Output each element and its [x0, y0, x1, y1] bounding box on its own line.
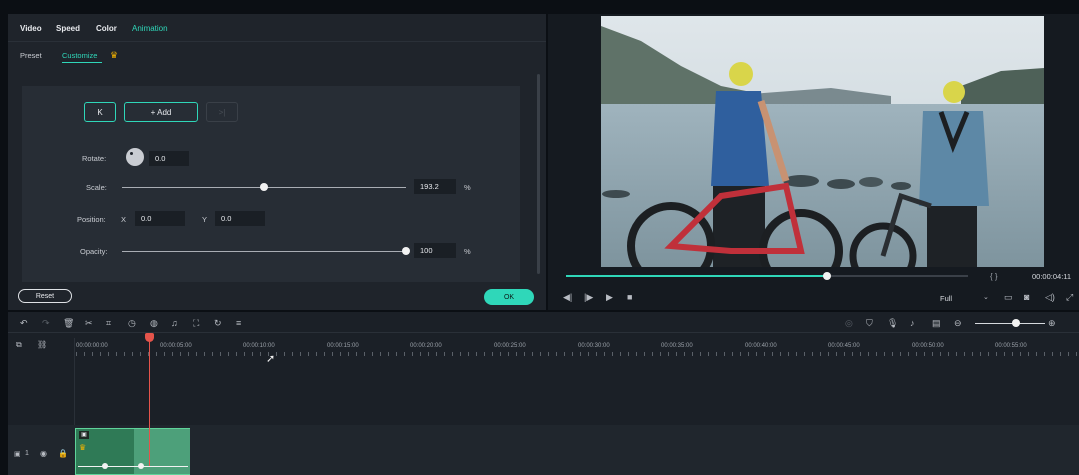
- playback-progress-fill: [566, 275, 828, 277]
- clip-keyframe-marker[interactable]: [102, 463, 108, 469]
- clip-keyframe-line: [78, 466, 188, 467]
- position-x-label: X: [121, 215, 127, 224]
- undo-icon[interactable]: ↶: [20, 318, 28, 329]
- video-clip[interactable]: ▣ ♛: [75, 428, 190, 475]
- snapshot-icon[interactable]: ◙: [1024, 292, 1029, 302]
- timeline-zoom-slider[interactable]: [975, 323, 1045, 324]
- ruler-tick: 00:00:40:00: [745, 343, 777, 349]
- monitor-icon[interactable]: ▭: [1004, 292, 1013, 303]
- subtab-underline: [62, 62, 102, 63]
- ruler-minor-ticks: [76, 352, 1079, 356]
- tab-animation[interactable]: Animation: [132, 24, 168, 33]
- position-y-label: Y: [202, 215, 208, 224]
- add-track-icon[interactable]: ⧉: [16, 340, 22, 350]
- position-label: Position:: [77, 215, 106, 224]
- clip-keyframe-marker[interactable]: [138, 463, 144, 469]
- opacity-value-input[interactable]: 100: [414, 243, 456, 258]
- track-video-icon: ▣: [14, 451, 21, 458]
- redo-icon[interactable]: ↷: [42, 318, 50, 329]
- crop-icon[interactable]: ⌗: [106, 318, 111, 329]
- ruler-tick: 00:00:05:00: [160, 343, 192, 349]
- tab-speed[interactable]: Speed: [56, 24, 80, 33]
- prev-keyframe-button[interactable]: K: [84, 102, 116, 122]
- tab-color[interactable]: Color: [96, 24, 117, 33]
- delete-icon[interactable]: 🗑: [63, 318, 74, 329]
- ruler-tick: 00:00:00:00: [76, 343, 108, 349]
- zoom-out-icon[interactable]: ⊖: [954, 318, 962, 329]
- fit-icon[interactable]: ⛶: [193, 318, 199, 329]
- add-keyframe-button[interactable]: + Add: [124, 102, 198, 122]
- playback-timecode: 00:00:04:11: [1032, 272, 1072, 281]
- rotate-value-input[interactable]: 0.0: [149, 151, 189, 166]
- tab-video[interactable]: Video: [20, 24, 42, 33]
- subtab-preset[interactable]: Preset: [20, 51, 42, 60]
- scale-value-input[interactable]: 193.2: [414, 179, 456, 194]
- opacity-slider-track[interactable]: [122, 251, 406, 252]
- mark-in-out-brackets[interactable]: { }: [990, 272, 998, 281]
- opacity-label: Opacity:: [80, 247, 108, 256]
- ruler-tick: 00:00:20:00: [410, 343, 442, 349]
- scale-label: Scale:: [86, 183, 107, 192]
- position-y-input[interactable]: 0.0: [215, 211, 265, 226]
- zoom-select[interactable]: Full: [940, 294, 952, 303]
- stabilize-icon[interactable]: ↻: [214, 318, 222, 329]
- mixer-icon[interactable]: ♪: [910, 318, 915, 328]
- subtitle-icon[interactable]: ▤: [932, 318, 941, 329]
- next-frame-icon[interactable]: |▶: [584, 292, 593, 303]
- link-icon[interactable]: ⛓: [37, 340, 47, 349]
- zoom-in-icon[interactable]: ⊕: [1048, 318, 1056, 329]
- ruler-tick: 00:00:25:00: [494, 343, 526, 349]
- rotate-dial[interactable]: [126, 148, 144, 166]
- scale-slider-knob[interactable]: [260, 183, 268, 191]
- subtab-customize[interactable]: Customize: [62, 51, 97, 60]
- opacity-unit: %: [464, 247, 471, 256]
- tab-divider: [8, 41, 546, 42]
- chevron-down-icon[interactable]: ⌄: [983, 293, 989, 301]
- render-icon[interactable]: ◎: [845, 318, 853, 329]
- video-preview: [601, 16, 1044, 267]
- playhead-handle[interactable]: [145, 333, 154, 342]
- stop-icon[interactable]: ■: [627, 292, 632, 302]
- playhead-line[interactable]: [149, 338, 150, 466]
- ruler-tick: 00:00:15:00: [327, 343, 359, 349]
- ruler-tick: 00:00:35:00: [661, 343, 693, 349]
- scale-unit: %: [464, 183, 471, 192]
- equalizer-icon[interactable]: ≡: [236, 318, 241, 328]
- next-keyframe-button[interactable]: >|: [206, 102, 238, 122]
- timeline-zoom-knob[interactable]: [1012, 319, 1020, 327]
- dial-marker-icon: [130, 152, 133, 155]
- microphone-icon[interactable]: 🎙: [887, 318, 898, 329]
- play-icon[interactable]: ▶: [606, 292, 613, 303]
- clip-fx-icon: ▣: [79, 431, 89, 439]
- clip-crown-icon: ♛: [79, 443, 87, 452]
- speed-icon[interactable]: ◷: [128, 318, 136, 329]
- cut-icon[interactable]: ✂: [85, 318, 93, 329]
- mouse-cursor-icon: ➚: [266, 353, 276, 365]
- rotate-label: Rotate:: [82, 154, 107, 163]
- ok-button[interactable]: OK: [484, 289, 534, 305]
- marker-icon[interactable]: ⛉: [866, 318, 873, 329]
- opacity-slider-knob[interactable]: [402, 247, 410, 255]
- position-x-input[interactable]: 0.0: [135, 211, 185, 226]
- toolbar-divider: [8, 332, 1079, 333]
- ruler-tick: 00:00:55:00: [995, 343, 1027, 349]
- ruler-tick: 00:00:10:00: [243, 343, 275, 349]
- ruler-tick: 00:00:45:00: [828, 343, 860, 349]
- lock-icon[interactable]: 🔒: [58, 449, 68, 458]
- eye-icon[interactable]: ◉: [40, 449, 47, 458]
- color-icon[interactable]: ◍: [150, 318, 158, 329]
- preview-frame-image: [601, 16, 1044, 267]
- audio-icon[interactable]: ♫: [171, 318, 178, 328]
- fullscreen-icon[interactable]: ⤢: [1066, 292, 1073, 303]
- ruler-tick: 00:00:30:00: [578, 343, 610, 349]
- reset-button[interactable]: Reset: [18, 289, 72, 303]
- ruler-tick: 00:00:50:00: [912, 343, 944, 349]
- panel-scrollbar[interactable]: [537, 74, 540, 274]
- prev-frame-icon[interactable]: ◀|: [563, 292, 572, 303]
- track-number: 1: [25, 450, 29, 457]
- crown-icon: ♛: [110, 50, 119, 60]
- volume-icon[interactable]: ◁): [1045, 292, 1055, 303]
